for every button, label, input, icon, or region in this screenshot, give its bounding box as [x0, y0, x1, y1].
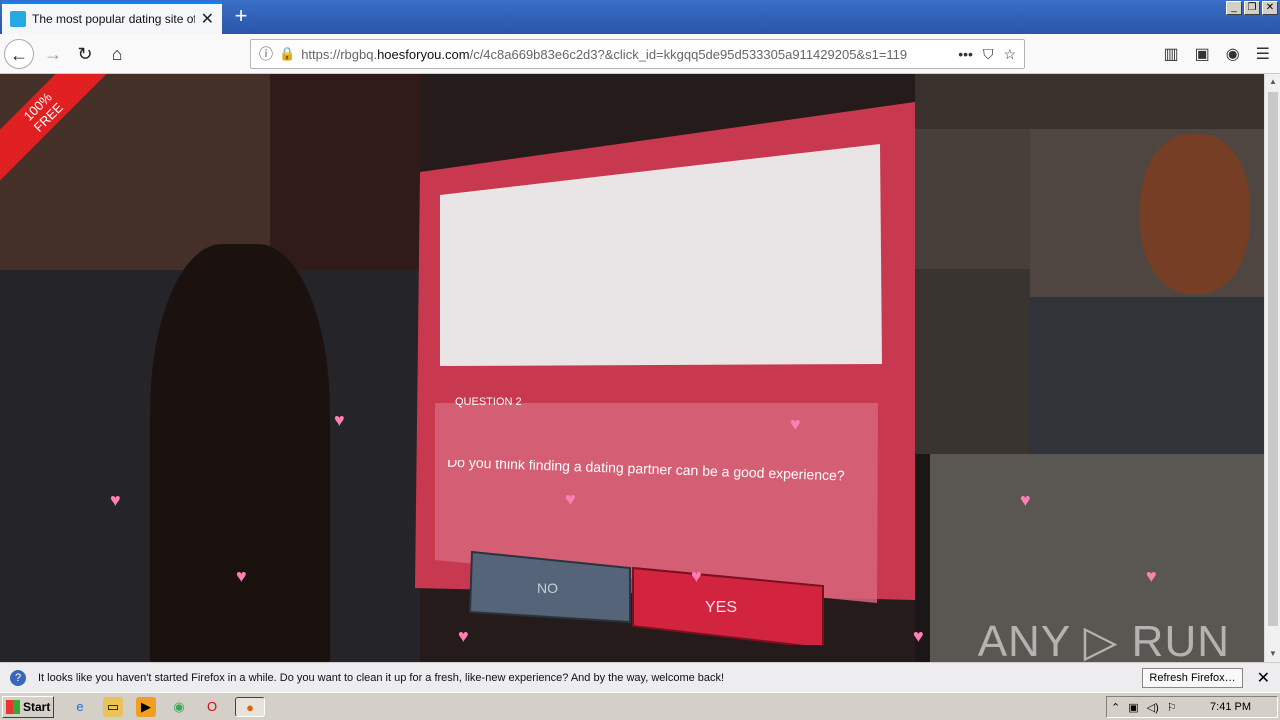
library-icon[interactable]: ▥ [1163, 44, 1178, 64]
opera-icon[interactable]: O [202, 697, 222, 717]
close-window-button[interactable]: ✕ [1262, 1, 1278, 15]
scroll-thumb[interactable] [1268, 92, 1278, 626]
question-text: Do you think finding a dating partner ca… [447, 460, 845, 484]
url-text[interactable]: https://rbgbq.hoesforyou.com/c/4c8a669b8… [301, 47, 948, 62]
page-actions-icon[interactable]: ••• [958, 46, 973, 62]
menu-icon[interactable]: ☰ [1256, 44, 1270, 64]
url-path: /c/4c8a669b83e6c2d3?&click_id=kkgqq5de95… [469, 46, 908, 62]
windows-logo-icon [6, 700, 20, 714]
firefox-taskbar-icon[interactable]: ● [235, 697, 265, 717]
yes-label: YES [705, 599, 737, 616]
scroll-up-icon[interactable]: ▲ [1265, 74, 1280, 90]
question-modal: QUESTION 2 Do you think finding a dating… [415, 102, 915, 645]
network-icon[interactable]: ▣ [1128, 701, 1138, 714]
taskbar: Start e ▭ ▶ ◉ O ● ⌃ ▣ ◁) ⚐ 7:41 PM [0, 692, 1280, 720]
ie-icon[interactable]: e [70, 697, 90, 717]
reload-button[interactable]: ↻ [70, 39, 100, 69]
anyrun-watermark: ANY ▷ RUN [977, 617, 1230, 662]
notification-bar: ? It looks like you haven't started Fire… [0, 662, 1280, 692]
no-label: NO [537, 580, 558, 596]
notification-message: It looks like you haven't started Firefo… [38, 671, 725, 684]
url-prefix: https://rbgbq. [301, 46, 378, 62]
back-button[interactable]: ← [4, 39, 34, 69]
close-tab-icon[interactable]: ✕ [201, 9, 214, 29]
restore-button[interactable]: ❐ [1244, 1, 1260, 15]
media-player-icon[interactable]: ▶ [136, 697, 156, 717]
quick-launch: e ▭ ▶ ◉ O ● [70, 697, 265, 717]
close-notification-icon[interactable]: ✕ [1257, 668, 1270, 688]
lock-icon[interactable]: 🔒 [279, 46, 295, 62]
forward-button[interactable]: → [38, 39, 68, 69]
action-center-flag-icon[interactable]: ⚐ [1167, 701, 1177, 714]
tray-expand-icon[interactable]: ⌃ [1111, 701, 1120, 714]
minimize-button[interactable]: _ [1226, 1, 1242, 15]
site-favicon-icon [10, 11, 26, 27]
pocket-icon[interactable]: ⛉ [983, 46, 994, 63]
heart-icon: ♥ [334, 410, 345, 430]
url-domain: hoesforyou.com [377, 46, 470, 62]
account-icon[interactable]: ◉ [1226, 44, 1240, 64]
home-button[interactable]: ⌂ [102, 39, 132, 69]
heart-icon: ♥ [1146, 566, 1157, 586]
question-icon: ? [10, 669, 26, 686]
heart-icon: ♥ [236, 566, 247, 586]
window-controls: _ ❐ ✕ [1226, 1, 1278, 15]
tab-title: The most popular dating site of th [32, 12, 195, 26]
heart-icon: ♥ [691, 566, 702, 586]
new-tab-button[interactable]: + [228, 4, 254, 30]
scroll-down-icon[interactable]: ▼ [1265, 646, 1280, 662]
sidebar-icon[interactable]: ▣ [1195, 44, 1210, 64]
explorer-icon[interactable]: ▭ [103, 697, 123, 717]
start-label: Start [23, 700, 51, 714]
system-tray: ⌃ ▣ ◁) ⚐ 7:41 PM [1106, 696, 1278, 718]
heart-icon: ♥ [1020, 490, 1031, 510]
question-label: QUESTION 2 [455, 396, 522, 408]
heart-icon: ♥ [790, 414, 801, 434]
volume-icon[interactable]: ◁) [1147, 701, 1159, 714]
heart-icon: ♥ [565, 489, 576, 509]
title-bar: The most popular dating site of th ✕ + _… [0, 0, 1280, 34]
heart-icon: ♥ [110, 490, 121, 510]
browser-tab[interactable]: The most popular dating site of th ✕ [2, 2, 222, 34]
info-icon[interactable]: ⓘ [259, 44, 273, 64]
chrome-icon[interactable]: ◉ [169, 697, 189, 717]
start-button[interactable]: Start [2, 696, 54, 718]
refresh-firefox-button[interactable]: Refresh Firefox… [1142, 667, 1243, 688]
navigation-toolbar: ← → ↻ ⌂ ⓘ 🔒 https://rbgbq.hoesforyou.com… [0, 34, 1280, 74]
question-text-box: Do you think finding a dating partner ca… [447, 460, 845, 484]
address-bar[interactable]: ⓘ 🔒 https://rbgbq.hoesforyou.com/c/4c8a6… [250, 39, 1025, 69]
bookmark-star-icon[interactable]: ☆ [1003, 46, 1016, 63]
clock: 7:41 PM [1210, 701, 1251, 713]
vertical-scrollbar[interactable]: ▲ ▼ [1264, 74, 1280, 662]
toolbar-right: ▥ ▣ ◉ ☰ [1163, 44, 1270, 64]
